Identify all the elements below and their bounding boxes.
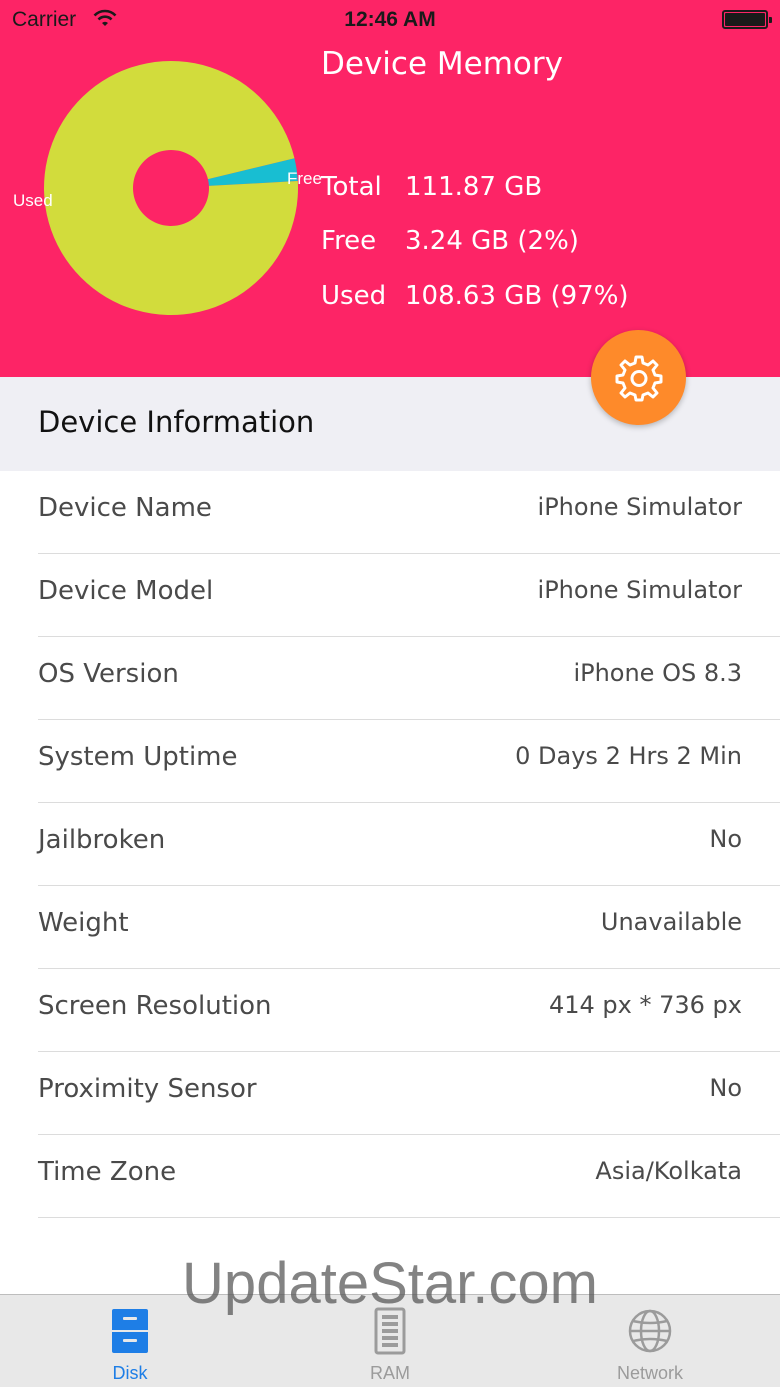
info-value: 414 px * 736 px	[548, 991, 742, 1019]
battery-icon	[722, 10, 772, 29]
watermark: UpdateStar.com	[182, 1251, 598, 1316]
info-row-proximity-sensor[interactable]: Proximity Sensor No	[38, 1052, 780, 1135]
status-bar: Carrier 12:46 AM	[0, 0, 780, 40]
info-row-jailbroken[interactable]: Jailbroken No	[38, 803, 780, 886]
stat-used-value: 108.63 GB (97%)	[405, 281, 629, 311]
info-label: OS Version	[38, 659, 179, 689]
section-title: Device Information	[38, 405, 315, 439]
info-row-weight[interactable]: Weight Unavailable	[38, 886, 780, 969]
info-row-os-version[interactable]: OS Version iPhone OS 8.3	[38, 637, 780, 720]
status-time: 12:46 AM	[344, 8, 436, 31]
memory-title: Device Memory	[321, 46, 563, 82]
info-row-system-uptime[interactable]: System Uptime 0 Days 2 Hrs 2 Min	[38, 720, 780, 803]
pie-slice-used	[44, 61, 298, 316]
info-label: Screen Resolution	[38, 991, 272, 1021]
pie-label-used: Used	[13, 191, 53, 210]
info-value: Unavailable	[600, 908, 742, 936]
info-value: iPhone Simulator	[537, 576, 742, 604]
stat-free-key: Free	[321, 226, 377, 256]
info-value: No	[709, 1074, 742, 1102]
memory-header: Used Free Device Memory Total 111.87 GB …	[0, 0, 780, 377]
stat-free-value: 3.24 GB (2%)	[405, 226, 579, 256]
info-row-screen-resolution[interactable]: Screen Resolution 414 px * 736 px	[38, 969, 780, 1052]
pie-label-free: Free	[287, 169, 322, 188]
info-label: Jailbroken	[38, 825, 166, 855]
info-row-time-zone[interactable]: Time Zone Asia/Kolkata	[38, 1135, 780, 1218]
stat-used-key: Used	[321, 281, 387, 311]
info-value: iPhone Simulator	[537, 493, 742, 521]
tab-label: Network	[616, 1363, 683, 1383]
info-label: Weight	[38, 908, 129, 938]
info-label: Device Name	[38, 493, 212, 523]
stat-total-value: 111.87 GB	[405, 172, 543, 202]
settings-button[interactable]	[591, 330, 686, 425]
info-label: System Uptime	[38, 742, 238, 772]
info-value: No	[709, 825, 742, 853]
info-row-device-model[interactable]: Device Model iPhone Simulator	[38, 554, 780, 637]
memory-pie-chart: Used Free	[13, 61, 322, 316]
info-value: iPhone OS 8.3	[573, 659, 742, 687]
info-label: Proximity Sensor	[38, 1074, 257, 1104]
tab-label: RAM	[370, 1363, 410, 1383]
tab-label: Disk	[112, 1363, 148, 1383]
stat-total-key: Total	[321, 172, 382, 202]
gear-icon	[615, 355, 662, 401]
info-label: Time Zone	[38, 1157, 177, 1187]
info-value: Asia/Kolkata	[595, 1157, 742, 1185]
info-value: 0 Days 2 Hrs 2 Min	[515, 742, 742, 770]
info-row-device-name[interactable]: Device Name iPhone Simulator	[38, 471, 780, 554]
info-label: Device Model	[38, 576, 214, 606]
